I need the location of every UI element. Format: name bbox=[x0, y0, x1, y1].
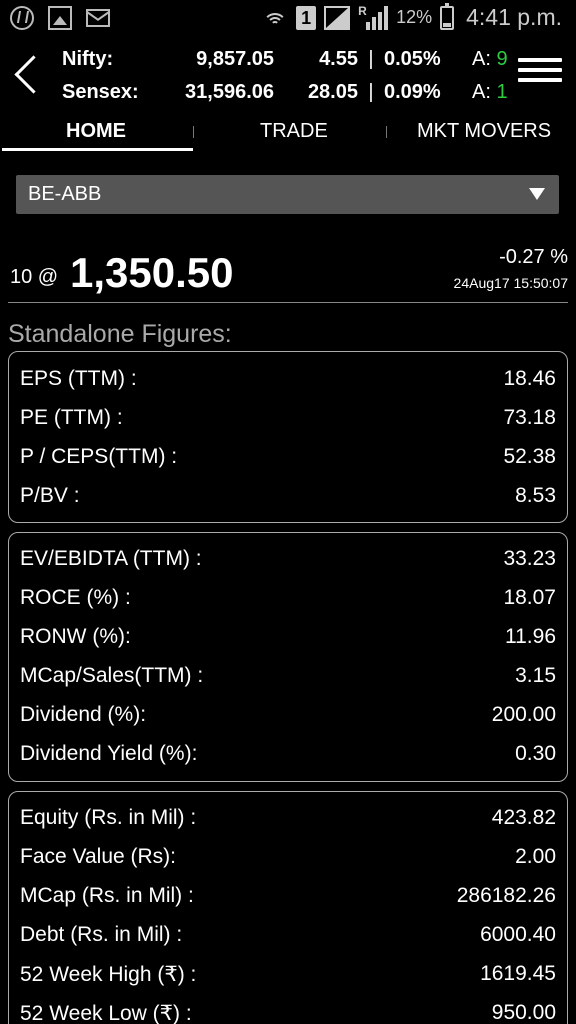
clock: 4:41 p.m. bbox=[466, 4, 562, 30]
figure-label: RONW (%): bbox=[20, 625, 131, 648]
wifi-icon bbox=[262, 7, 288, 29]
figure-label: 52 Week High (₹) : bbox=[20, 963, 197, 986]
figure-label: P / CEPS(TTM) : bbox=[20, 445, 178, 468]
index-advances: A: 9 bbox=[472, 47, 508, 70]
figure-value: 0.30 bbox=[515, 742, 556, 765]
quote-change-percent: -0.27 % bbox=[499, 246, 568, 268]
figure-label: MCap (Rs. in Mil) : bbox=[20, 884, 194, 907]
dropdown-caret-icon bbox=[529, 188, 545, 200]
figure-label: EV/EBIDTA (TTM) : bbox=[20, 547, 202, 570]
index-percent: 0.05% bbox=[384, 47, 441, 70]
signal-icon bbox=[324, 5, 351, 30]
signal-roaming-icon: R bbox=[358, 3, 389, 30]
figure-value: 3.15 bbox=[515, 664, 556, 687]
figure-value: 2.00 bbox=[515, 845, 556, 868]
hamburger-menu-icon[interactable] bbox=[518, 58, 562, 90]
index-row-nifty: Nifty: 9,857.05 4.55 | 0.05% A: 9 bbox=[62, 44, 508, 74]
index-advances: A: 1 bbox=[472, 80, 508, 103]
figure-row: Dividend Yield (%): 0.30 bbox=[20, 742, 556, 772]
tab-trade[interactable]: TRADE bbox=[260, 120, 328, 143]
divider bbox=[8, 302, 568, 303]
figure-row: EV/EBIDTA (TTM) : 33.23 bbox=[20, 547, 556, 577]
figure-row: MCap (Rs. in Mil) : 286182.26 bbox=[20, 884, 556, 914]
figure-value: 52.38 bbox=[503, 445, 556, 468]
scrip-selector-value: BE-ABB bbox=[28, 183, 102, 205]
tab-bar: HOME TRADE MKT MOVERS bbox=[0, 112, 576, 152]
figure-label: Debt (Rs. in Mil) : bbox=[20, 923, 183, 946]
figure-row: PE (TTM) : 73.18 bbox=[20, 406, 556, 436]
figure-row: RONW (%): 11.96 bbox=[20, 625, 556, 655]
figure-label: Face Value (Rs): bbox=[20, 845, 176, 868]
figure-row: Equity (Rs. in Mil) : 423.82 bbox=[20, 806, 556, 836]
figure-value: 11.96 bbox=[505, 625, 556, 648]
tab-home[interactable]: HOME bbox=[66, 120, 126, 143]
figure-label: ROCE (%) : bbox=[20, 586, 131, 609]
quote-timestamp: 24Aug17 15:50:07 bbox=[453, 275, 568, 291]
figures-card-capital: Equity (Rs. in Mil) : 423.82 Face Value (… bbox=[8, 791, 568, 1024]
figure-value: 18.46 bbox=[503, 367, 556, 390]
figure-row: Debt (Rs. in Mil) : 6000.40 bbox=[20, 923, 556, 953]
sim-icon: 1 bbox=[296, 5, 317, 30]
index-name: Sensex: bbox=[62, 80, 139, 103]
app-icon bbox=[10, 6, 34, 30]
figure-label: EPS (TTM) : bbox=[20, 367, 137, 390]
figure-label: P/BV : bbox=[20, 484, 80, 507]
index-change: 4.55 bbox=[319, 47, 358, 70]
roaming-letter: R bbox=[358, 3, 367, 18]
figure-label: 52 Week Low (₹) : bbox=[20, 1002, 192, 1024]
figures-card-valuation: EPS (TTM) : 18.46 PE (TTM) : 73.18 P / CEP… bbox=[8, 351, 568, 523]
figure-value: 73.18 bbox=[503, 406, 556, 429]
battery-percent: 12% bbox=[396, 7, 433, 27]
figure-row: EPS (TTM) : 18.46 bbox=[20, 367, 556, 397]
figure-label: Dividend (%): bbox=[20, 703, 147, 726]
figure-label: MCap/Sales(TTM) : bbox=[20, 664, 204, 687]
active-tab-indicator bbox=[2, 148, 193, 151]
figure-value: 286182.26 bbox=[456, 884, 556, 907]
figure-label: Dividend Yield (%): bbox=[20, 742, 198, 765]
index-change: 28.05 bbox=[307, 80, 358, 103]
index-percent: 0.09% bbox=[384, 80, 441, 103]
image-icon bbox=[48, 6, 72, 30]
section-title: Standalone Figures: bbox=[8, 320, 232, 348]
figures-card-returns: EV/EBIDTA (TTM) : 33.23 ROCE (%) : 18.07 R… bbox=[8, 532, 568, 782]
figure-row: 52 Week Low (₹) : 950.00 bbox=[20, 1001, 556, 1024]
status-bar: 1 R 12% 4:41 p.m. bbox=[0, 0, 576, 38]
figure-row: ROCE (%) : 18.07 bbox=[20, 586, 556, 616]
figure-value: 6000.40 bbox=[480, 923, 556, 946]
index-name: Nifty: bbox=[62, 47, 114, 70]
index-row-sensex: Sensex: 31,596.06 28.05 | 0.09% A: 1 bbox=[62, 77, 508, 107]
quote-qty: 10 @ bbox=[10, 266, 59, 288]
index-separator: | bbox=[368, 47, 374, 70]
figure-value: 18.07 bbox=[503, 586, 556, 609]
figure-row: MCap/Sales(TTM) : 3.15 bbox=[20, 664, 556, 694]
figure-row: Dividend (%): 200.00 bbox=[20, 703, 556, 733]
mail-icon bbox=[86, 9, 110, 27]
index-bar: Nifty: 9,857.05 4.55 | 0.05% A: 9 Sensex… bbox=[0, 40, 576, 112]
figure-row: 52 Week High (₹) : 1619.45 bbox=[20, 962, 556, 992]
figure-label: PE (TTM) : bbox=[20, 406, 123, 429]
back-icon[interactable] bbox=[12, 56, 40, 96]
figure-value: 1619.45 bbox=[480, 962, 556, 985]
index-separator: | bbox=[368, 80, 374, 103]
figure-value: 8.53 bbox=[515, 484, 556, 507]
index-value: 31,596.06 bbox=[185, 80, 274, 103]
tab-divider bbox=[386, 126, 387, 138]
figure-value: 200.00 bbox=[491, 703, 556, 726]
figure-value: 33.23 bbox=[503, 547, 556, 570]
figure-value: 423.82 bbox=[491, 806, 556, 829]
tab-divider bbox=[193, 126, 194, 138]
figure-label: Equity (Rs. in Mil) : bbox=[20, 806, 197, 829]
figure-row: Face Value (Rs): 2.00 bbox=[20, 845, 556, 875]
figure-row: P/BV : 8.53 bbox=[20, 484, 556, 514]
figure-row: P / CEPS(TTM) : 52.38 bbox=[20, 445, 556, 475]
scrip-selector[interactable]: BE-ABB bbox=[16, 175, 559, 214]
battery-icon bbox=[440, 2, 455, 30]
tab-mkt-movers[interactable]: MKT MOVERS bbox=[417, 120, 551, 143]
figure-value: 950.00 bbox=[491, 1001, 556, 1024]
quote-price: 1,350.50 bbox=[70, 249, 234, 296]
index-value: 9,857.05 bbox=[196, 47, 274, 70]
